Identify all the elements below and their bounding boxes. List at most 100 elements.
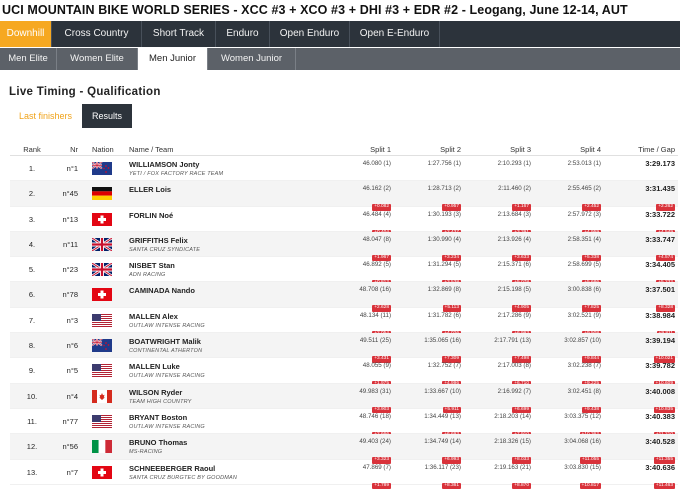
split2-time: 1:31.294 (5) [427,261,461,269]
split2-time: 1:32.869 (8) [427,286,461,294]
total-time: 3:40.528 [645,437,675,447]
split3-time: 2:18.203 (14) [494,412,531,420]
tab-short-track[interactable]: Short Track [142,21,216,47]
flag-it-icon [92,440,112,454]
category-nav: Men Elite Women Elite Men Junior Women J… [0,48,680,70]
nr-cell: n°1 [66,164,78,173]
team-name: YETI / FOX FACTORY RACE TEAM [129,171,224,177]
split4-gap: +10.817 [579,482,601,490]
table-row[interactable]: 13. n°7 SCHNEEBERGER Raoul SANTA CRUZ BU… [10,460,678,490]
split4-time: 2:57.972 (3) [567,210,601,218]
rider-name[interactable]: GRIFFITHS Felix [129,236,319,246]
nr-cell: n°6 [66,341,78,351]
split1-time: 49.511 (25) [359,337,391,345]
split4-time: 3:02.238 (7) [567,362,601,370]
tab-men-elite[interactable]: Men Elite [0,48,57,70]
total-time: 3:38.984 [645,310,675,320]
tab-women-junior[interactable]: Women Junior [208,48,296,70]
split3-time: 2:10.293 (1) [497,160,531,167]
rider-name[interactable]: WILLIAMSON Jonty [129,160,319,170]
rank-cell: 4. [28,239,36,249]
split2-time: 1:36.117 (23) [424,463,461,471]
split4-time: 2:55.465 (2) [567,185,601,193]
total-time: 3:29.173 [645,159,675,168]
split1-time: 48.134 (11) [359,311,391,319]
table-row[interactable]: 11. n°77 BRYANT Boston OUTLAW INTENSE RA… [10,409,678,439]
nr-cell: n°77 [62,416,78,426]
total-time: 3:37.501 [645,285,675,295]
rank-cell: 5. [28,265,36,275]
flag-ca-icon [92,389,112,403]
split3-time: 2:15.371 (6) [497,261,531,269]
nr-cell: n°45 [62,189,78,199]
flag-us-icon [92,313,112,327]
split3-time: 2:13.926 (4) [497,235,531,243]
nr-cell: n°23 [62,265,78,275]
page-title: UCI MOUNTAIN BIKE WORLD SERIES - XCC #3 … [2,3,628,17]
col-split1: Split 1 [370,145,391,154]
team-name: OUTLAW INTENSE RACING [129,423,205,430]
rider-name[interactable]: BRYANT Boston [129,413,319,423]
rider-name[interactable]: FORLIN Noé [129,211,319,221]
split1-time: 48.055 (9) [362,362,391,370]
team-name: SANTA CRUZ SYNDICATE [129,246,201,253]
tab-enduro[interactable]: Enduro [216,21,270,47]
rank-cell: 3. [28,214,36,224]
split3-time: 2:18.326 (15) [494,438,531,446]
rider-name[interactable]: MALLEN Alex [129,312,319,322]
table-row[interactable]: 4. n°11 GRIFFITHS Felix SANTA CRUZ SYNDI… [10,231,678,262]
split2-time: 1:28.713 (2) [427,185,461,193]
flag-de-icon [92,187,112,201]
tab-cross-country[interactable]: Cross Country [52,21,142,47]
tab-open-e-enduro[interactable]: Open E-Enduro [350,21,440,47]
rider-name[interactable]: WILSON Ryder [129,388,319,398]
table-row[interactable]: 1. n°1 WILLIAMSON Jonty YETI / FOX FACTO… [10,156,678,182]
table-row[interactable]: 3. n°13 FORLIN Noé 46.484 (4)+0.404 1:30… [10,207,678,237]
tab-last-finishers[interactable]: Last finishers [9,104,82,128]
table-row[interactable]: 5. n°23 NISBET Stan ADN RACING 46.892 (5… [10,257,678,287]
sub-tabs: Last finishers Results [9,104,133,128]
split1-time: 46.484 (4) [362,210,391,218]
split2-time: 1:30.990 (4) [427,235,461,243]
tab-downhill[interactable]: Downhill [0,21,52,47]
rider-name[interactable]: MALLEN Luke [129,362,319,372]
split3-time: 2:17.286 (9) [497,311,531,319]
table-row[interactable]: 6. n°78 CAMINADA Nando 48.708 (16) +2.628… [10,282,678,312]
total-time: 3:39.194 [645,336,675,346]
rider-name[interactable]: NISBET Stan [129,261,319,271]
rider-name[interactable]: BRUNO Thomas [129,438,319,448]
tab-men-junior[interactable]: Men Junior [138,48,208,70]
section-title: Live Timing - Qualification [9,86,161,98]
nr-cell: n°56 [62,442,78,452]
table-row[interactable]: 12. n°56 BRUNO Thomas MS-RACING 49.403 (… [10,434,678,464]
rider-name[interactable]: CAMINADA Nando [129,286,319,296]
team-name: CONTINENTAL ATHERTON [129,348,203,355]
table-row[interactable]: 9. n°5 MALLEN Luke OUTLAW INTENSE RACING… [10,358,678,388]
split1-time: 46.162 (2) [362,185,391,193]
split2-time: 1:35.065 (16) [424,337,461,345]
rider-name[interactable]: BOATWRIGHT Malik [129,337,319,347]
rank-cell: 6. [28,290,36,300]
table-row[interactable]: 8. n°6 BOATWRIGHT Malik CONTINENTAL ATHE… [10,333,678,363]
rider-name[interactable]: ELLER Lois [129,185,319,195]
total-time: 3:34.405 [645,260,675,270]
table-row[interactable]: 10. n°4 WILSON Ryder TEAM HIGH COUNTRY 4… [10,383,678,414]
table-row[interactable]: 2. n°45 ELLER Lois 46.162 (2) +0.082 1:28… [10,181,678,211]
team-name: SANTA CRUZ BURGTEC BY GOODMAN [129,474,238,481]
table-row[interactable]: 7. n°3 MALLEN Alex OUTLAW INTENSE RACING… [10,308,678,338]
tab-open-enduro[interactable]: Open Enduro [270,21,350,47]
total-time: 3:40.383 [645,411,675,421]
split1-time: 46.080 (1) [362,160,391,167]
rank-cell: 13. [26,467,38,477]
total-time: 3:33.747 [645,234,675,244]
split3-time: 2:16.992 (7) [497,387,531,395]
flag-ch-icon [92,288,112,302]
total-gap: +11.463 [653,482,675,490]
rider-name[interactable]: SCHNEEBERGER Raoul [129,464,319,474]
flag-gb-icon [92,263,112,277]
tab-women-elite[interactable]: Women Elite [57,48,138,70]
split4-time: 2:58.351 (4) [567,235,601,243]
total-time: 3:33.722 [645,209,675,219]
tab-results[interactable]: Results [82,104,133,128]
nr-cell: n°78 [62,290,78,300]
